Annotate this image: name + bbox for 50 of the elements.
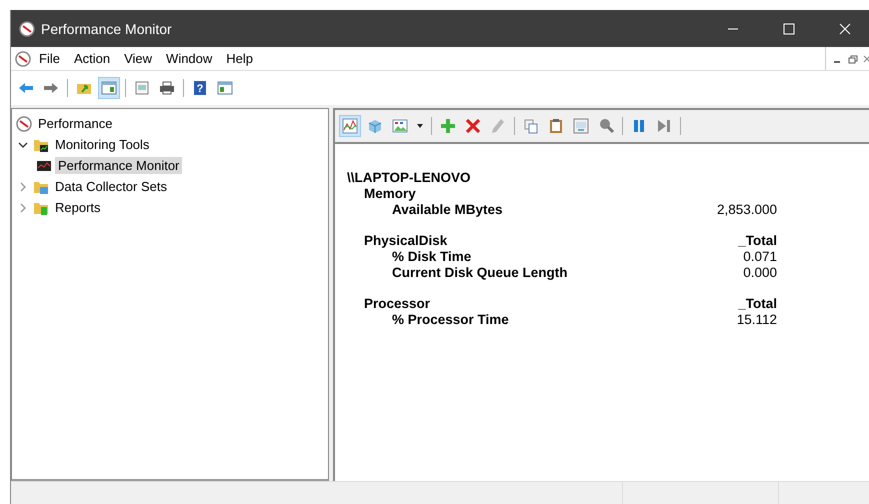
report-chart-icon xyxy=(392,118,408,134)
counter-value: 0.071 xyxy=(742,249,777,264)
line-graph-icon xyxy=(342,118,358,134)
object-name: Processor xyxy=(363,296,432,311)
counter-value: 15.112 xyxy=(736,312,777,327)
counter-name: % Processor Time xyxy=(391,312,510,327)
window-title: Performance Monitor xyxy=(41,20,173,36)
tree-item[interactable]: Reports xyxy=(52,199,104,216)
gauge-icon xyxy=(19,20,35,36)
console-tree-icon xyxy=(101,80,117,96)
menu-item[interactable]: Help xyxy=(220,49,260,68)
object-name: PhysicalDisk xyxy=(363,233,448,248)
menu-item[interactable]: File xyxy=(33,49,66,68)
plus-icon xyxy=(440,118,456,134)
maximize-icon[interactable] xyxy=(783,22,795,34)
counter-name: % Disk Time xyxy=(391,249,472,264)
back-arrow-icon xyxy=(18,80,34,96)
action-pane-icon xyxy=(217,80,233,96)
properties-icon xyxy=(573,118,589,134)
object-name: Memory xyxy=(363,186,417,201)
counter-value: 2,853.000 xyxy=(716,202,777,217)
menu-item[interactable]: View xyxy=(118,49,158,68)
counter-name: Available MBytes xyxy=(391,202,504,217)
menu-item[interactable]: Action xyxy=(68,49,116,68)
menu-item[interactable]: Window xyxy=(160,49,218,68)
close-icon[interactable] xyxy=(839,22,851,34)
caret-icon xyxy=(417,124,423,128)
gauge-icon xyxy=(16,116,32,132)
pause-icon xyxy=(631,118,647,134)
delete-icon xyxy=(465,118,481,134)
export-list-icon xyxy=(134,80,150,96)
tree-item[interactable]: Performance Monitor xyxy=(55,157,182,174)
pencil-icon xyxy=(490,118,506,134)
collapse-chevron-icon[interactable] xyxy=(16,140,30,150)
tree-item[interactable]: Monitoring Tools xyxy=(52,136,152,153)
tree-item[interactable]: Data Collector Sets xyxy=(52,178,170,195)
step-forward-icon xyxy=(656,118,672,134)
counter-value: 0.000 xyxy=(742,265,777,280)
magnifier-icon xyxy=(598,118,614,134)
gauge-icon xyxy=(15,50,31,66)
instance-name: _Total xyxy=(737,296,777,311)
instance-name: _Total xyxy=(737,233,777,248)
computer-name: \\LAPTOP-LENOVO xyxy=(347,170,472,185)
forward-arrow-icon xyxy=(43,80,59,96)
tree-item[interactable]: Performance xyxy=(35,115,116,132)
copy-icon xyxy=(523,118,539,134)
clipboard-icon xyxy=(548,118,564,134)
counter-name: Current Disk Queue Length xyxy=(391,265,569,280)
cube-icon xyxy=(367,118,383,134)
printer-icon xyxy=(159,80,175,96)
